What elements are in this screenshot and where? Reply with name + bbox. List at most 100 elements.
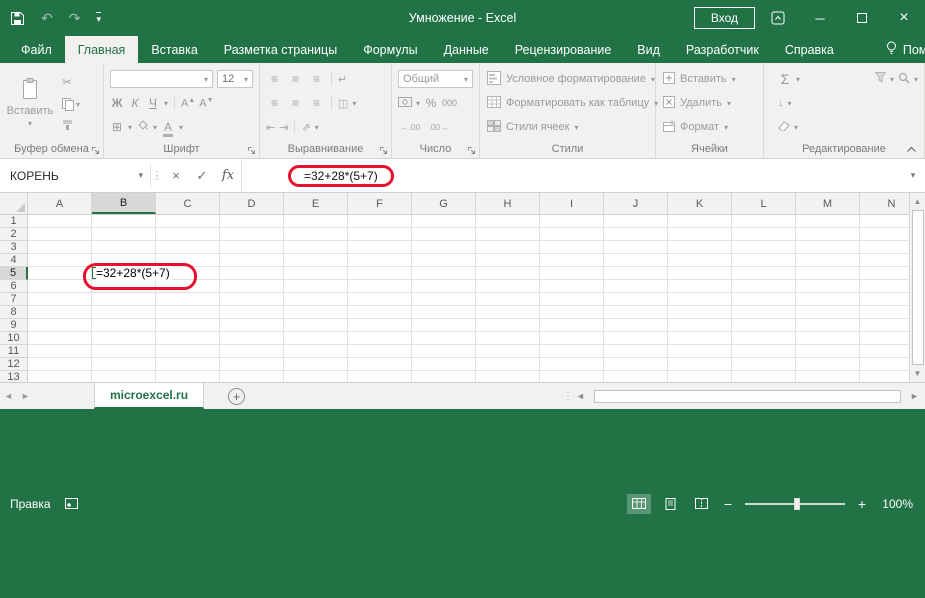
font-name-select[interactable]: ▾	[110, 70, 213, 88]
column-header-F[interactable]: F	[348, 193, 412, 214]
orientation-icon[interactable]: ⇗	[301, 121, 310, 134]
cell-N13[interactable]	[860, 371, 909, 382]
cell-A9[interactable]	[28, 319, 92, 332]
formula-bar-resize-handle[interactable]: ⋮	[151, 159, 163, 192]
cell-A1[interactable]	[28, 215, 92, 228]
cell-K11[interactable]	[668, 345, 732, 358]
font-dialog-launcher-icon[interactable]	[247, 146, 256, 155]
cell-E4[interactable]	[284, 254, 348, 267]
cell-I4[interactable]	[540, 254, 604, 267]
cell-A11[interactable]	[28, 345, 92, 358]
autosum-button[interactable]: Σ	[778, 71, 792, 87]
cell-E11[interactable]	[284, 345, 348, 358]
cell-B12[interactable]	[92, 358, 156, 371]
find-select-icon[interactable]	[898, 72, 910, 87]
cell-G2[interactable]	[412, 228, 476, 241]
cell-M8[interactable]	[796, 306, 860, 319]
tell-me-button[interactable]: Помощь	[873, 36, 925, 63]
tab-view[interactable]: Вид	[624, 36, 673, 63]
decrease-decimal-icon[interactable]: .00→	[426, 122, 450, 132]
cell-N4[interactable]	[860, 254, 909, 267]
merge-center-icon[interactable]: ◫	[338, 97, 348, 110]
cell-G4[interactable]	[412, 254, 476, 267]
row-header-11[interactable]: 11	[0, 345, 28, 358]
cell-E10[interactable]	[284, 332, 348, 345]
cell-A4[interactable]	[28, 254, 92, 267]
vertical-scrollbar[interactable]: ▲ ▼	[909, 193, 925, 382]
cell-B9[interactable]	[92, 319, 156, 332]
font-color-icon[interactable]: А	[161, 120, 175, 134]
tab-review[interactable]: Рецензирование	[502, 36, 625, 63]
cell-H6[interactable]	[476, 280, 540, 293]
cell-E9[interactable]	[284, 319, 348, 332]
cell-I12[interactable]	[540, 358, 604, 371]
increase-decimal-icon[interactable]: ←.00	[398, 122, 422, 132]
borders-icon[interactable]: ⊞	[110, 120, 124, 134]
chevron-down-icon[interactable]: ▾	[138, 170, 150, 181]
cell-E5[interactable]	[284, 267, 348, 280]
cell-H13[interactable]	[476, 371, 540, 382]
underline-button[interactable]: Ч	[146, 96, 160, 110]
cell-B2[interactable]	[92, 228, 156, 241]
cell-D6[interactable]	[220, 280, 284, 293]
cut-icon[interactable]: ✂	[62, 75, 72, 89]
active-cell-formula-text[interactable]: =32+28*(5+7)	[96, 266, 172, 280]
align-bottom-icon[interactable]: ≡	[308, 72, 325, 86]
column-header-B[interactable]: B	[92, 193, 156, 214]
cell-L5[interactable]	[732, 267, 796, 280]
align-top-icon[interactable]: ≡	[266, 72, 283, 86]
fill-icon[interactable]: ↓	[778, 97, 784, 109]
cell-H10[interactable]	[476, 332, 540, 345]
cell-C1[interactable]	[156, 215, 220, 228]
cell-I7[interactable]	[540, 293, 604, 306]
cell-L10[interactable]	[732, 332, 796, 345]
cell-B5[interactable]: =32+28*(5+7)	[92, 267, 156, 280]
cell-H4[interactable]	[476, 254, 540, 267]
cell-L6[interactable]	[732, 280, 796, 293]
underline-dropdown-icon[interactable]: ▾	[164, 99, 168, 108]
increase-indent-icon[interactable]: ⇥	[279, 121, 288, 134]
add-sheet-button[interactable]: +	[228, 388, 245, 405]
cell-I6[interactable]	[540, 280, 604, 293]
formula-bar-expand-icon[interactable]: ▾	[901, 159, 925, 192]
scroll-up-icon[interactable]: ▲	[911, 194, 925, 209]
cell-L13[interactable]	[732, 371, 796, 382]
cell-J1[interactable]	[604, 215, 668, 228]
cell-I5[interactable]	[540, 267, 604, 280]
cell-C3[interactable]	[156, 241, 220, 254]
accounting-format-icon[interactable]	[398, 96, 412, 110]
cell-N3[interactable]	[860, 241, 909, 254]
cell-H8[interactable]	[476, 306, 540, 319]
zoom-out-icon[interactable]: −	[720, 496, 736, 512]
row-header-8[interactable]: 8	[0, 306, 28, 319]
cell-A13[interactable]	[28, 371, 92, 382]
cell-J9[interactable]	[604, 319, 668, 332]
cell-F9[interactable]	[348, 319, 412, 332]
fill-color-icon[interactable]	[136, 120, 149, 135]
cell-G3[interactable]	[412, 241, 476, 254]
row-header-9[interactable]: 9	[0, 319, 28, 332]
cell-L2[interactable]	[732, 228, 796, 241]
column-header-D[interactable]: D	[220, 193, 284, 214]
cell-E8[interactable]	[284, 306, 348, 319]
cell-B3[interactable]	[92, 241, 156, 254]
cell-A2[interactable]	[28, 228, 92, 241]
cell-L4[interactable]	[732, 254, 796, 267]
cell-E7[interactable]	[284, 293, 348, 306]
cell-D12[interactable]	[220, 358, 284, 371]
cell-I2[interactable]	[540, 228, 604, 241]
cell-L12[interactable]	[732, 358, 796, 371]
cell-D13[interactable]	[220, 371, 284, 382]
row-header-5[interactable]: 5	[0, 267, 28, 280]
cell-A12[interactable]	[28, 358, 92, 371]
cell-D11[interactable]	[220, 345, 284, 358]
cell-M1[interactable]	[796, 215, 860, 228]
sheet-scroll-divider[interactable]: ⋮	[563, 383, 573, 409]
cell-L8[interactable]	[732, 306, 796, 319]
zoom-in-icon[interactable]: +	[854, 496, 870, 512]
maximize-button[interactable]	[841, 0, 883, 36]
normal-view-icon[interactable]	[627, 494, 651, 514]
cell-F7[interactable]	[348, 293, 412, 306]
cell-C2[interactable]	[156, 228, 220, 241]
cell-H9[interactable]	[476, 319, 540, 332]
